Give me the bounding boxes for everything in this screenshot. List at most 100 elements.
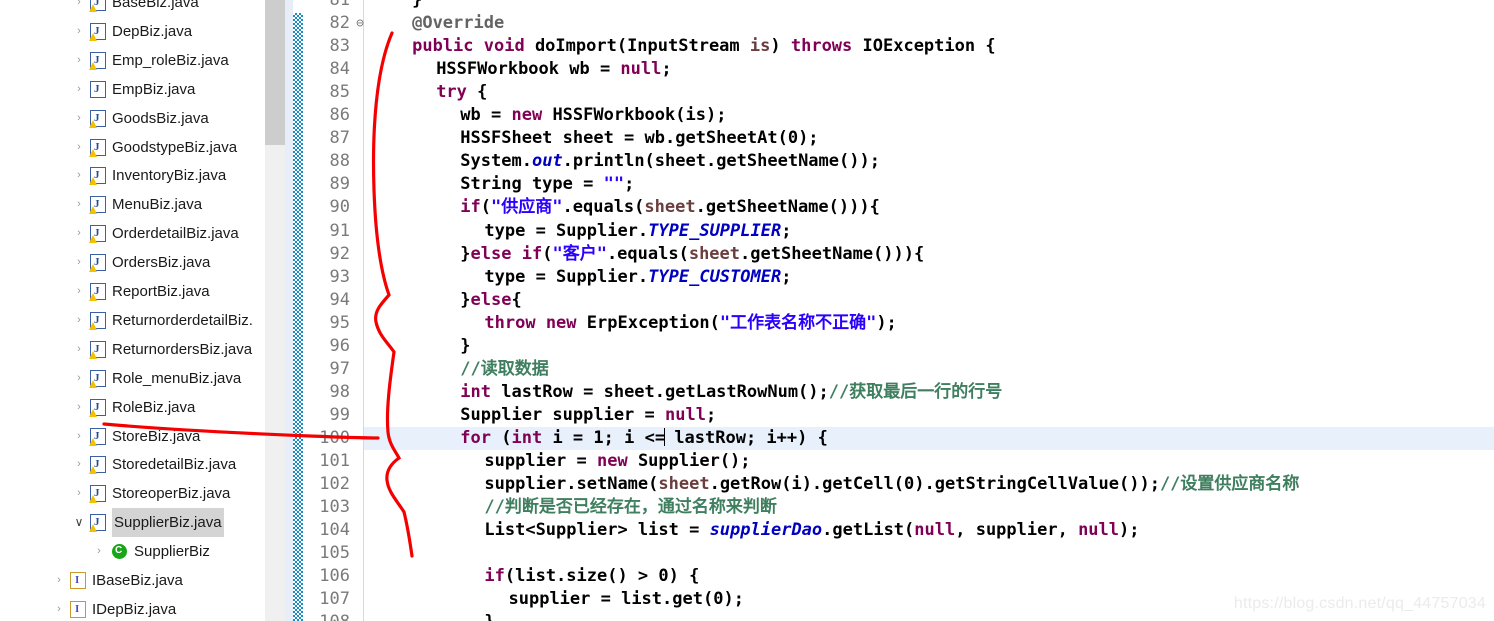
chevron-right-icon[interactable]: › [72,133,86,162]
code-token: if [484,566,505,587]
chevron-right-icon[interactable]: › [72,422,86,451]
code-token: supplier = [484,451,597,471]
chevron-right-icon[interactable]: › [72,17,86,46]
line-number: 92 [329,243,350,264]
line-number: 82 [329,13,350,34]
java-warn-icon [89,422,107,451]
code-line[interactable]: }else if("客户".equals(sheet.getSheetName(… [460,243,924,266]
code-line[interactable]: System.out.println(sheet.getSheetName())… [460,150,880,173]
code-line[interactable]: } [460,335,470,358]
tree-item-menubiz-java[interactable]: › MenuBiz.java [0,190,265,219]
java-warn-icon [89,479,107,508]
code-line[interactable]: wb = new HSSFWorkbook(is); [460,104,726,127]
tree-item-returnordersbiz-java[interactable]: › ReturnordersBiz.java [0,335,265,364]
code-line[interactable]: HSSFWorkbook wb = null; [436,58,671,81]
code-line[interactable]: if("供应商".equals(sheet.getSheetName())){ [460,196,880,219]
chevron-right-icon[interactable]: › [72,479,86,508]
code-line[interactable]: int lastRow = sheet.getLastRowNum();//获取… [460,381,1002,404]
chevron-right-icon[interactable]: › [72,104,86,133]
tree-item-rolebiz-java[interactable]: › RoleBiz.java [0,393,265,422]
chevron-right-icon[interactable]: › [72,306,86,335]
tree-item-supplierbiz[interactable]: › SupplierBiz [0,537,265,566]
tree-item-label: MenuBiz.java [112,196,203,214]
code-line[interactable]: String type = ""; [460,173,634,196]
tree-item-goodstypebiz-java[interactable]: › GoodstypeBiz.java [0,133,265,162]
code-line[interactable]: public void doImport(InputStream is) thr… [412,35,995,58]
code-line[interactable]: //读取数据 [460,358,548,381]
chevron-right-icon[interactable]: › [72,161,86,190]
code-line[interactable]: @Override [412,12,504,35]
chevron-right-icon[interactable]: › [72,75,86,104]
tree-item-storebiz-java[interactable]: › StoreBiz.java [0,422,265,451]
tree-item-orderdetailbiz-java[interactable]: › OrderdetailBiz.java [0,219,265,248]
line-number: 100 [319,427,350,448]
chevron-down-icon[interactable]: ∨ [72,508,86,537]
code-token: ; [624,174,635,195]
tree-item-goodsbiz-java[interactable]: › GoodsBiz.java [0,104,265,133]
chevron-right-icon[interactable]: › [52,595,66,621]
chevron-right-icon[interactable]: › [72,364,86,393]
tree-item-supplierbiz-java[interactable]: ∨ SupplierBiz.java [0,508,265,538]
code-line[interactable]: } [484,611,494,621]
code-token: @Override [412,13,505,34]
chevron-right-icon[interactable]: › [72,0,86,17]
java-warn-icon [89,0,107,17]
sidebar-scrollbar-thumb[interactable] [265,0,285,145]
code-token: type = Supplier. [484,220,649,241]
code-line[interactable]: //判断是否已经存在，通过名称来判断 [484,496,776,519]
chevron-right-icon[interactable]: › [72,277,86,306]
code-line[interactable]: supplier.setName(sheet.getRow(i).getCell… [484,473,1299,496]
tree-item-returnorderdetailbiz-[interactable]: › ReturnorderdetailBiz. [0,306,265,335]
code-line[interactable]: supplier = list.get(0); [509,588,744,611]
code-line[interactable]: type = Supplier.TYPE_CUSTOMER; [484,266,791,289]
code-line[interactable]: List<Supplier> list = supplierDao.getLis… [484,519,1139,542]
chevron-right-icon[interactable]: › [92,537,106,566]
tree-item-ibasebiz-java[interactable]: › IBaseBiz.java [0,566,265,595]
java-warn-icon [89,46,107,75]
tree-item-idepbiz-java[interactable]: › IDepBiz.java [0,595,265,621]
chevron-right-icon[interactable]: › [72,190,86,219]
chevron-right-icon[interactable]: › [72,393,86,422]
tree-item-empbiz-java[interactable]: › EmpBiz.java [0,75,265,104]
code-line[interactable]: HSSFSheet sheet = wb.getSheetAt(0); [460,127,818,150]
tree-item-storeoperbiz-java[interactable]: › StoreoperBiz.java [0,479,265,508]
tree-item-basebiz-java[interactable]: › BaseBiz.java [0,0,265,17]
chevron-right-icon[interactable]: › [72,46,86,75]
code-token: new [596,451,638,471]
tree-item-role-menubiz-java[interactable]: › Role_menuBiz.java [0,364,265,393]
code-line[interactable]: for (int i = 1; i <= lastRow; i++) { [460,427,828,450]
fold-toggle-icon[interactable]: ⊖ [353,12,367,35]
tree-item-emp-rolebiz-java[interactable]: › Emp_roleBiz.java [0,46,265,75]
interface-icon [70,595,87,621]
code-line[interactable]: if(list.size() > 0) { [484,565,699,588]
package-explorer[interactable]: › BaseBiz.java › DepBiz.java › Emp_roleBiz.ja… [0,0,265,621]
tree-item-label: Emp_roleBiz.java [112,51,229,69]
code-line[interactable]: type = Supplier.TYPE_SUPPLIER; [484,220,791,243]
code-line[interactable]: try { [436,81,487,104]
code-line[interactable]: supplier = new Supplier(); [484,450,750,473]
code-editor[interactable]: 81} 82 ⊖ @Override 83 public void doImport(In… [293,0,1494,621]
chevron-right-icon[interactable]: › [72,219,86,248]
chevron-right-icon[interactable]: › [72,335,86,364]
chevron-right-icon[interactable]: › [72,450,86,479]
tree-item-depbiz-java[interactable]: › DepBiz.java [0,17,265,46]
java-warn-icon [89,306,107,335]
code-token: void [483,36,535,57]
code-token: InputStream [627,36,750,57]
tree-item-storedetailbiz-java[interactable]: › StoredetailBiz.java [0,450,265,479]
code-line[interactable]: } [412,0,422,12]
code-line[interactable]: Supplier supplier = null; [460,404,716,427]
tree-item-ordersbiz-java[interactable]: › OrdersBiz.java [0,248,265,277]
code-line[interactable]: }else{ [460,289,521,312]
code-line[interactable]: throw new ErpException("工作表名称不正确"); [484,312,896,335]
tree-item-reportbiz-java[interactable]: › ReportBiz.java [0,277,265,306]
line-number: 94 [329,289,350,310]
tree-item-inventorybiz-java[interactable]: › InventoryBiz.java [0,161,265,190]
code-token: List<Supplier> list = [484,520,710,541]
chevron-right-icon[interactable]: › [52,566,66,595]
code-token: .equals( [606,243,689,264]
code-token: ); [798,128,819,149]
code-token: //获取最后一行的行号 [828,381,1003,402]
code-token: //读取数据 [460,358,549,379]
chevron-right-icon[interactable]: › [72,248,86,277]
